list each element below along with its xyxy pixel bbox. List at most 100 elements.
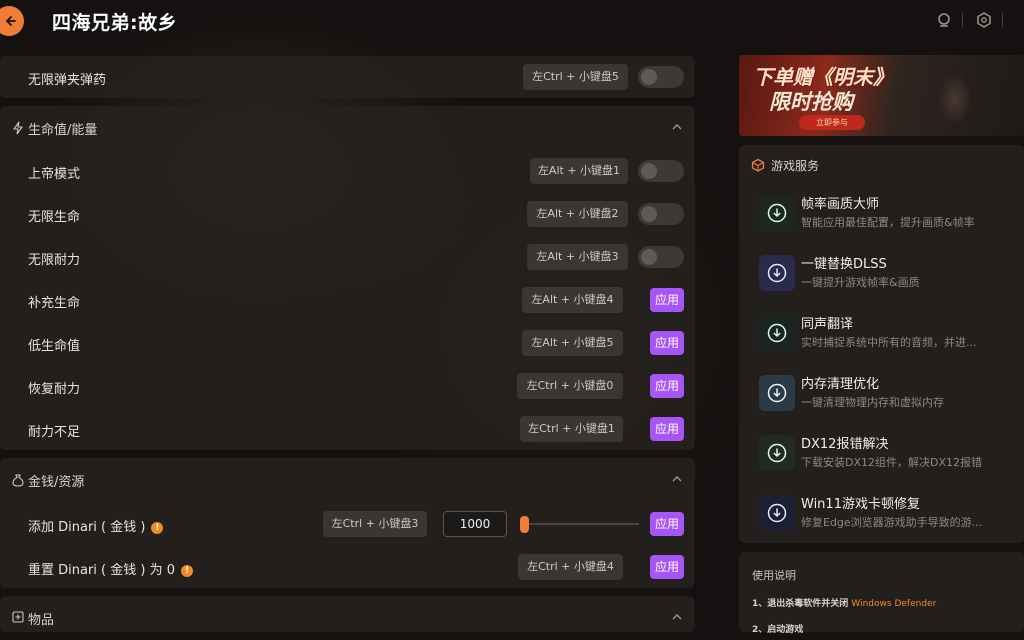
apply-button[interactable]: 应用 — [650, 288, 684, 312]
cheat-label: 补充生命 — [28, 296, 81, 311]
info-icon[interactable]: ! — [151, 522, 164, 534]
amount-slider-handle[interactable] — [520, 516, 529, 533]
back-button[interactable] — [0, 6, 24, 36]
download-icon — [759, 255, 795, 291]
cheat-toggle[interactable] — [638, 203, 684, 225]
box-plus-icon — [12, 611, 24, 623]
cheat-row: 无限耐力 左Alt + 小键盘3 — [0, 237, 695, 277]
section-header[interactable]: 生命值/能量 — [0, 106, 695, 150]
lightning-icon — [12, 121, 24, 135]
hotkey-badge[interactable]: 左Ctrl + 小键盘1 — [520, 416, 623, 442]
download-icon — [759, 195, 795, 231]
apply-button[interactable]: 应用 — [650, 555, 684, 579]
chevron-up-icon[interactable] — [671, 121, 683, 133]
amount-input[interactable]: 1000 — [443, 511, 507, 537]
info-icon[interactable]: ! — [181, 565, 193, 577]
service-desc: 修复Edge浏览器游戏助手导致的游... — [801, 516, 983, 529]
service-desc: 实时捕捉系统中所有的音频，并进... — [801, 336, 977, 349]
game-services-card: 游戏服务 帧率画质大师 智能应用最佳配置，提升画质&帧率 一键替换DLSS 一键… — [739, 145, 1024, 543]
download-icon — [759, 495, 795, 531]
hotkey-badge[interactable]: 左Alt + 小键盘4 — [522, 287, 623, 313]
cheat-label: 重置 Dinari ( 金钱 ) 为 0! — [28, 559, 193, 578]
items-section: 物品 — [0, 596, 695, 632]
toggle-knob — [641, 206, 657, 222]
cheat-label: 添加 Dinari ( 金钱 )! — [28, 516, 164, 535]
hotkey-badge[interactable]: 左Ctrl + 小键盘0 — [517, 373, 623, 399]
instruction-step: 2、启动游戏 — [752, 625, 804, 635]
hotkey-badge[interactable]: 左Ctrl + 小键盘5 — [523, 64, 628, 90]
service-item[interactable]: 内存清理优化 一键清理物理内存和虚拟内存 — [739, 369, 1024, 425]
service-desc: 一键提升游戏帧率&画质 — [801, 276, 920, 289]
hotkey-badge[interactable]: 左Ctrl + 小键盘3 — [323, 511, 427, 537]
cheat-panel: 无限弹夹弹药 左Ctrl + 小键盘5 生命值/能量 上帝模式 左Alt + 小… — [0, 56, 695, 632]
amount-slider-track[interactable] — [522, 523, 639, 525]
cheat-toggle[interactable] — [638, 246, 684, 268]
service-title: 一键替换DLSS — [801, 257, 887, 272]
download-icon — [759, 315, 795, 351]
apply-button[interactable]: 应用 — [650, 374, 684, 398]
toggle-knob — [641, 69, 657, 85]
hotkey-badge[interactable]: 左Ctrl + 小键盘4 — [518, 554, 623, 580]
cheat-label-text: 重置 Dinari ( 金钱 ) 为 0 — [28, 563, 175, 578]
cube-icon — [751, 158, 765, 172]
banner-subtitle: 限时抢购 — [769, 89, 853, 114]
toggle-knob — [641, 163, 657, 179]
service-item[interactable]: Win11游戏卡顿修复 修复Edge浏览器游戏助手导致的游... — [739, 489, 1024, 545]
service-title: Win11游戏卡顿修复 — [801, 497, 920, 512]
section-header[interactable]: 金钱/资源 — [0, 458, 695, 502]
cheat-label-text: 添加 Dinari ( 金钱 ) — [28, 520, 146, 535]
hotkey-badge[interactable]: 左Alt + 小键盘3 — [527, 244, 628, 270]
cheat-row: 无限生命 左Alt + 小键盘2 — [0, 194, 695, 234]
cheat-label: 无限弹夹弹药 — [28, 73, 107, 88]
service-item[interactable]: 一键替换DLSS 一键提升游戏帧率&画质 — [739, 249, 1024, 305]
instructions-card: 使用说明 1、退出杀毒软件并关闭 Windows Defender 2、启动游戏 — [739, 552, 1024, 635]
cheat-toggle[interactable] — [638, 66, 684, 88]
money-bag-icon — [12, 474, 24, 487]
apply-button[interactable]: 应用 — [650, 512, 684, 536]
hotkey-badge[interactable]: 左Alt + 小键盘1 — [530, 158, 628, 184]
instruction-step: 1、退出杀毒软件并关闭 Windows Defender — [752, 596, 936, 609]
money-section: 金钱/资源 添加 Dinari ( 金钱 )! 左Ctrl + 小键盘3 100… — [0, 458, 695, 588]
service-title: 内存清理优化 — [801, 377, 880, 392]
cheat-row: 上帝模式 左Alt + 小键盘1 — [0, 151, 695, 191]
cheat-label: 无限生命 — [28, 210, 81, 225]
apply-button[interactable]: 应用 — [650, 417, 684, 441]
service-item[interactable]: 同声翻译 实时捕捉系统中所有的音频，并进... — [739, 309, 1024, 365]
settings-hex-icon[interactable] — [975, 11, 993, 29]
cheat-label: 上帝模式 — [28, 167, 81, 182]
cheat-toggle[interactable] — [638, 160, 684, 182]
hotkey-badge[interactable]: 左Alt + 小键盘2 — [527, 201, 628, 227]
banner-join-button[interactable]: 立即参与 — [799, 115, 865, 130]
cheat-row: 无限弹夹弹药 左Ctrl + 小键盘5 — [0, 57, 695, 97]
toggle-knob — [641, 249, 657, 265]
user-icon[interactable] — [935, 11, 953, 29]
chevron-up-icon[interactable] — [671, 611, 683, 623]
app-title: 四海兄弟:故乡 — [52, 12, 178, 34]
services-title: 游戏服务 — [771, 159, 820, 173]
download-icon — [759, 435, 795, 471]
service-desc: 智能应用最佳配置，提升画质&帧率 — [801, 216, 975, 229]
header-divider — [1002, 13, 1003, 27]
service-item[interactable]: DX12报错解决 下载安装DX12组件，解决DX12报错 — [739, 429, 1024, 485]
service-item[interactable]: 帧率画质大师 智能应用最佳配置，提升画质&帧率 — [739, 189, 1024, 245]
service-desc: 一键清理物理内存和虚拟内存 — [801, 396, 944, 409]
ammo-card: 无限弹夹弹药 左Ctrl + 小键盘5 — [0, 56, 695, 98]
cheat-row: 恢复耐力 左Ctrl + 小键盘0 应用 — [0, 366, 695, 406]
promo-banner[interactable]: 下单赠《明末》 限时抢购 立即参与 — [739, 55, 1024, 136]
arrow-left-icon — [5, 16, 16, 26]
health-section: 生命值/能量 上帝模式 左Alt + 小键盘1 无限生命 左Alt + 小键盘2… — [0, 106, 695, 450]
service-title: 帧率画质大师 — [801, 197, 880, 212]
instruction-highlight: Windows Defender — [851, 599, 937, 609]
section-title: 金钱/资源 — [28, 475, 85, 490]
service-title: 同声翻译 — [801, 317, 854, 332]
header-divider — [962, 13, 963, 27]
chevron-up-icon[interactable] — [671, 473, 683, 485]
section-title: 物品 — [28, 613, 55, 628]
section-header[interactable]: 物品 — [0, 596, 695, 640]
hotkey-badge[interactable]: 左Alt + 小键盘5 — [522, 330, 623, 356]
cheat-label: 无限耐力 — [28, 253, 81, 268]
apply-button[interactable]: 应用 — [650, 331, 684, 355]
app-header: 四海兄弟:故乡 — [0, 0, 1024, 44]
cheat-row: 耐力不足 左Ctrl + 小键盘1 应用 — [0, 409, 695, 449]
cheat-row: 重置 Dinari ( 金钱 ) 为 0! 左Ctrl + 小键盘4 应用 — [0, 547, 695, 587]
